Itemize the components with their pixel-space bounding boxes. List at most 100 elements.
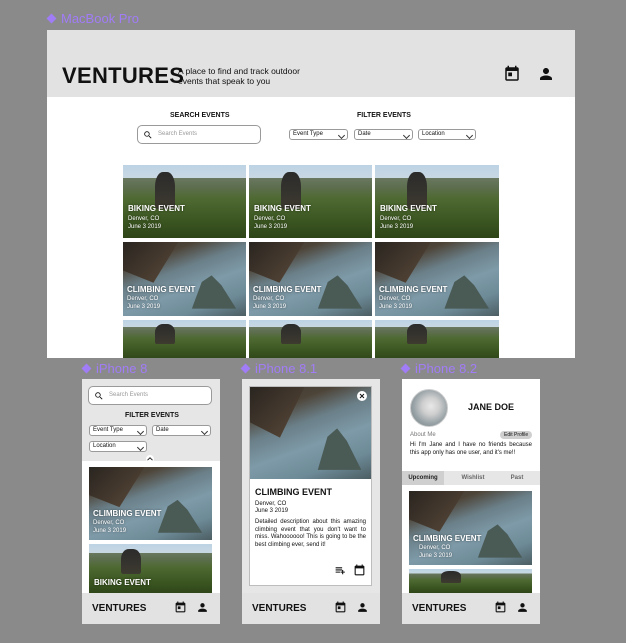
event-location: Denver, CO xyxy=(255,501,287,507)
tab-past[interactable]: Past xyxy=(496,471,538,485)
chevron-down-icon xyxy=(136,443,145,452)
chevron-down-icon xyxy=(402,131,411,140)
event-card-climbing[interactable]: CLIMBING EVENT Denver, CO June 3 2019 xyxy=(123,242,246,316)
calendar-icon[interactable] xyxy=(174,601,187,614)
location-select[interactable]: Location xyxy=(89,441,147,452)
event-date: June 3 2019 xyxy=(419,553,453,559)
event-title: CLIMBING EVENT xyxy=(127,285,196,294)
header: VENTURES A place to find and track outdo… xyxy=(47,30,575,97)
event-type-select[interactable]: Event Type xyxy=(289,129,348,140)
tab-wishlist[interactable]: Wishlist xyxy=(452,471,494,485)
event-title: BIKING EVENT xyxy=(128,204,185,213)
event-location: Denver, CO xyxy=(380,216,412,222)
event-card-biking[interactable]: BIKING EVENT xyxy=(89,544,212,594)
search-placeholder: Search Events xyxy=(109,392,149,398)
bottom-nav: VENTURES xyxy=(82,593,220,624)
logo[interactable]: VENTURES xyxy=(62,63,184,89)
logo[interactable]: VENTURES xyxy=(412,603,466,614)
calendar-icon[interactable] xyxy=(503,65,521,83)
iphone8-frame: Search Events FILTER EVENTS Event Type D… xyxy=(82,379,220,624)
event-date: June 3 2019 xyxy=(127,304,161,310)
calendar-icon[interactable] xyxy=(494,601,507,614)
person-icon[interactable] xyxy=(516,601,529,614)
event-date: June 3 2019 xyxy=(379,304,413,310)
calendar-icon[interactable] xyxy=(334,601,347,614)
tagline: A place to find and track outdoor events… xyxy=(178,66,300,86)
event-location: Denver, CO xyxy=(253,296,285,302)
filter-title: FILTER EVENTS xyxy=(125,412,179,419)
desktop-frame: VENTURES A place to find and track outdo… xyxy=(47,30,575,358)
event-title: CLIMBING EVENT xyxy=(93,509,162,518)
search-icon xyxy=(144,131,152,139)
search-title: SEARCH EVENTS xyxy=(170,112,230,119)
event-title: BIKING EVENT xyxy=(380,204,437,213)
event-location: Denver, CO xyxy=(419,545,451,551)
event-card-biking[interactable] xyxy=(375,320,499,358)
chevron-down-icon xyxy=(136,427,145,436)
search-input[interactable]: Search Events xyxy=(137,125,261,144)
event-location: Denver, CO xyxy=(127,296,159,302)
frame-label-iphone8-1: iPhone 8.1 xyxy=(240,361,317,376)
event-date: June 3 2019 xyxy=(253,304,287,310)
bottom-nav: VENTURES xyxy=(242,593,380,624)
bottom-nav: VENTURES xyxy=(402,593,540,624)
filter-title: FILTER EVENTS xyxy=(357,112,411,119)
event-card-climbing[interactable]: CLIMBING EVENT Denver, CO June 3 2019 xyxy=(89,467,212,540)
event-date: June 3 2019 xyxy=(254,224,288,230)
event-card-biking[interactable] xyxy=(249,320,372,358)
event-card-climbing[interactable]: CLIMBING EVENT Denver, CO June 3 2019 xyxy=(249,242,372,316)
event-card-biking[interactable]: BIKING EVENT Denver, CO June 3 2019 xyxy=(249,165,372,238)
chevron-down-icon xyxy=(200,427,209,436)
tab-upcoming[interactable]: Upcoming xyxy=(402,471,444,485)
about-text: Hi I'm Jane and I have no friends becaus… xyxy=(410,442,532,456)
event-card-climbing[interactable]: CLIMBING EVENT Denver, CO June 3 2019 xyxy=(409,491,532,565)
event-card-climbing[interactable]: CLIMBING EVENT Denver, CO June 3 2019 xyxy=(375,242,499,316)
event-card-biking[interactable]: BIKING EVENT Denver, CO June 3 2019 xyxy=(375,165,499,238)
event-type-select[interactable]: Event Type xyxy=(89,425,147,436)
edit-profile-button[interactable]: Edit Profile xyxy=(500,431,533,439)
iphone8-2-frame: JANE DOE About Me Edit Profile Hi I'm Ja… xyxy=(402,379,540,624)
chevron-up-icon[interactable] xyxy=(145,455,155,463)
event-image xyxy=(250,387,371,479)
event-location: Denver, CO xyxy=(379,296,411,302)
event-title: BIKING EVENT xyxy=(94,578,151,587)
event-title: BIKING EVENT xyxy=(254,204,311,213)
event-description: Detailed description about this amazing … xyxy=(255,519,366,548)
event-title: CLIMBING EVENT xyxy=(255,487,333,497)
event-card-biking[interactable] xyxy=(409,569,532,593)
event-image xyxy=(249,320,372,358)
event-title: CLIMBING EVENT xyxy=(379,285,448,294)
search-input[interactable]: Search Events xyxy=(88,386,212,405)
event-card-biking[interactable] xyxy=(123,320,246,358)
chevron-down-icon xyxy=(337,131,346,140)
event-image xyxy=(123,320,246,358)
avatar[interactable] xyxy=(410,389,448,427)
iphone8-1-frame: CLIMBING EVENT Denver, CO June 3 2019 De… xyxy=(242,379,380,624)
profile-name: JANE DOE xyxy=(468,402,515,412)
event-date: June 3 2019 xyxy=(255,508,289,514)
frame-label-iphone8-2: iPhone 8.2 xyxy=(400,361,477,376)
event-location: Denver, CO xyxy=(254,216,286,222)
logo[interactable]: VENTURES xyxy=(92,603,146,614)
date-select[interactable]: Date xyxy=(354,129,413,140)
event-date: June 3 2019 xyxy=(128,224,162,230)
event-location: Denver, CO xyxy=(128,216,160,222)
event-image xyxy=(375,320,499,358)
event-card-biking[interactable]: BIKING EVENT Denver, CO June 3 2019 xyxy=(123,165,246,238)
frame-label-desktop: MacBook Pro xyxy=(46,11,139,26)
date-select[interactable]: Date xyxy=(152,425,211,436)
profile-tabs: Upcoming Wishlist Past xyxy=(402,471,540,485)
person-icon[interactable] xyxy=(356,601,369,614)
logo[interactable]: VENTURES xyxy=(252,603,306,614)
person-icon[interactable] xyxy=(196,601,209,614)
close-icon[interactable] xyxy=(357,391,367,401)
person-icon[interactable] xyxy=(537,65,555,83)
event-title: CLIMBING EVENT xyxy=(413,534,482,543)
calendar-icon[interactable] xyxy=(353,564,366,577)
event-detail-card: CLIMBING EVENT Denver, CO June 3 2019 De… xyxy=(249,386,372,586)
playlist-add-icon[interactable] xyxy=(334,564,347,577)
location-select[interactable]: Location xyxy=(418,129,476,140)
event-location: Denver, CO xyxy=(93,520,125,526)
chevron-down-icon xyxy=(465,131,474,140)
event-date: June 3 2019 xyxy=(380,224,414,230)
